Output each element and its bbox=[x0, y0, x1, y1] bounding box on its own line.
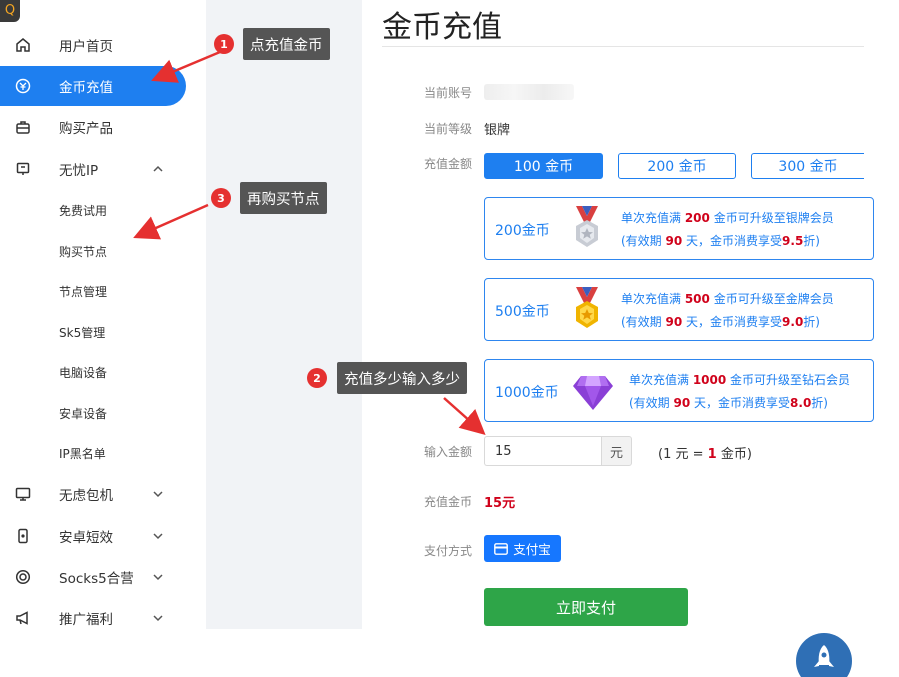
megaphone-icon bbox=[14, 609, 32, 627]
pay-now-button[interactable]: 立即支付 bbox=[484, 588, 688, 626]
title-divider bbox=[382, 46, 864, 47]
charge-coins-label: 充值金币 bbox=[424, 495, 473, 509]
tier-card-diamond: 1000金币 单次充值满 1000 金币可升级至钻石会员 (有效期 90 天，金… bbox=[484, 359, 874, 422]
sidebar-subitem-android-device[interactable]: 安卓设备 bbox=[59, 405, 107, 422]
logo-icon: Q bbox=[0, 0, 20, 22]
content-gutter bbox=[206, 0, 362, 629]
annotation-badge: 3 bbox=[211, 188, 231, 208]
tier-card-silver: 200金币 单次充值满 200 金币可升级至银牌会员 (有效期 90 天，金币消… bbox=[484, 197, 874, 260]
input-amount-label: 输入金额 bbox=[424, 445, 473, 459]
sidebar-item-label: 推广福利 bbox=[59, 612, 113, 628]
amount-option-200[interactable]: 200 金币 bbox=[618, 153, 736, 179]
annotation-note: 再购买节点 bbox=[240, 182, 327, 214]
annotation-note: 充值多少输入多少 bbox=[337, 362, 467, 394]
tier-name: 200金币 bbox=[495, 223, 550, 239]
alipay-label: 支付宝 bbox=[513, 542, 551, 557]
sidebar-item-label: 无虑包机 bbox=[59, 488, 113, 504]
sidebar-item-label: 用户首页 bbox=[59, 39, 113, 55]
yuan-unit-addon: 元 bbox=[601, 436, 632, 466]
tier-name: 500金币 bbox=[495, 304, 550, 320]
silver-medal-icon bbox=[576, 206, 598, 247]
sidebar-item-wuyou-ip[interactable]: 无忧IP bbox=[0, 150, 186, 188]
tier-benefit: (有效期 90 天，金币消费享受9.5折) bbox=[621, 234, 820, 248]
monitor-icon bbox=[14, 485, 32, 503]
sidebar-subitem-pc-device[interactable]: 电脑设备 bbox=[59, 364, 107, 381]
alipay-button[interactable]: 支付宝 bbox=[484, 535, 561, 562]
page-title: 金币充值 bbox=[382, 10, 502, 45]
chevron-down-icon[interactable] bbox=[150, 569, 166, 585]
ip-icon bbox=[14, 160, 32, 178]
sidebar-subitem-ip-blacklist[interactable]: IP黑名单 bbox=[59, 445, 106, 462]
back-to-top-button[interactable] bbox=[796, 633, 852, 677]
sidebar-subitem-node-manage[interactable]: 节点管理 bbox=[59, 283, 107, 300]
chevron-down-icon[interactable] bbox=[150, 486, 166, 502]
sidebar: Q 用户首页 金币充值 购买产品 无忧IP 免费试用 购买节点 节点管理 Sk5… bbox=[0, 0, 206, 677]
exchange-rate: (1 元 = 1 金币) bbox=[658, 447, 752, 462]
coin-recharge-icon bbox=[14, 77, 32, 95]
annotation-badge: 1 bbox=[214, 34, 234, 54]
main-content: 金币充值 当前账号 当前等级 银牌 充值金额 100 金币 200 金币 300… bbox=[362, 0, 899, 677]
sidebar-item-android-short[interactable]: 安卓短效 bbox=[0, 517, 186, 555]
target-icon bbox=[14, 568, 32, 586]
level-label: 当前等级 bbox=[424, 122, 473, 136]
sidebar-item-label: 金币充值 bbox=[59, 80, 113, 96]
tier-benefit: (有效期 90 天，金币消费享受9.0折) bbox=[621, 315, 820, 329]
tier-condition: 单次充值满 500 金币可升级至金牌会员 bbox=[621, 292, 834, 306]
tier-benefit: (有效期 90 天，金币消费享受8.0折) bbox=[629, 396, 828, 410]
annotation-badge: 2 bbox=[307, 368, 327, 388]
sidebar-item-label: 购买产品 bbox=[59, 121, 113, 137]
sidebar-item-recharge[interactable]: 金币充值 bbox=[0, 66, 186, 106]
tier-card-gold: 500金币 单次充值满 500 金币可升级至金牌会员 (有效期 90 天，金币消… bbox=[484, 278, 874, 341]
charge-coins-value: 15元 bbox=[484, 496, 516, 511]
sidebar-subitem-buy-node[interactable]: 购买节点 bbox=[59, 243, 107, 260]
sidebar-subitem-sk5-manage[interactable]: Sk5管理 bbox=[59, 324, 105, 341]
amount-option-300[interactable]: 300 金币 bbox=[751, 153, 864, 179]
sidebar-item-label: 无忧IP bbox=[59, 163, 99, 179]
sidebar-item-label: Socks5合营 bbox=[59, 571, 134, 587]
sidebar-item-socks5[interactable]: Socks5合营 bbox=[0, 558, 186, 596]
sidebar-item-wulv-baoji[interactable]: 无虑包机 bbox=[0, 475, 186, 513]
tier-condition: 单次充值满 200 金币可升级至银牌会员 bbox=[621, 211, 834, 225]
account-value-masked bbox=[484, 84, 574, 100]
rocket-icon bbox=[814, 645, 834, 667]
home-icon bbox=[14, 36, 32, 54]
tier-condition: 单次充值满 1000 金币可升级至钻石会员 bbox=[629, 373, 851, 387]
sidebar-item-promotion[interactable]: 推广福利 bbox=[0, 599, 186, 637]
sidebar-item-buy-product[interactable]: 购买产品 bbox=[0, 108, 186, 146]
chevron-down-icon[interactable] bbox=[150, 528, 166, 544]
account-label: 当前账号 bbox=[424, 86, 473, 100]
annotation-note: 点充值金币 bbox=[243, 28, 330, 60]
tier-name: 1000金币 bbox=[495, 385, 559, 401]
sidebar-subitem-free-trial[interactable]: 免费试用 bbox=[59, 202, 107, 219]
phone-icon bbox=[14, 527, 32, 545]
level-value: 银牌 bbox=[484, 123, 511, 138]
diamond-icon bbox=[573, 376, 613, 410]
app-root: Q 用户首页 金币充值 购买产品 无忧IP 免费试用 购买节点 节点管理 Sk5… bbox=[0, 0, 899, 677]
chevron-up-icon[interactable] bbox=[150, 161, 166, 177]
gold-medal-icon bbox=[576, 287, 598, 328]
chevron-down-icon[interactable] bbox=[150, 610, 166, 626]
briefcase-icon bbox=[14, 118, 32, 136]
card-icon bbox=[494, 542, 509, 555]
pay-method-label: 支付方式 bbox=[424, 544, 473, 558]
sidebar-item-label: 安卓短效 bbox=[59, 530, 113, 546]
amount-option-100[interactable]: 100 金币 bbox=[484, 153, 603, 179]
amount-label: 充值金额 bbox=[424, 157, 473, 171]
sidebar-item-home[interactable]: 用户首页 bbox=[0, 26, 186, 64]
amount-input[interactable] bbox=[484, 436, 602, 466]
